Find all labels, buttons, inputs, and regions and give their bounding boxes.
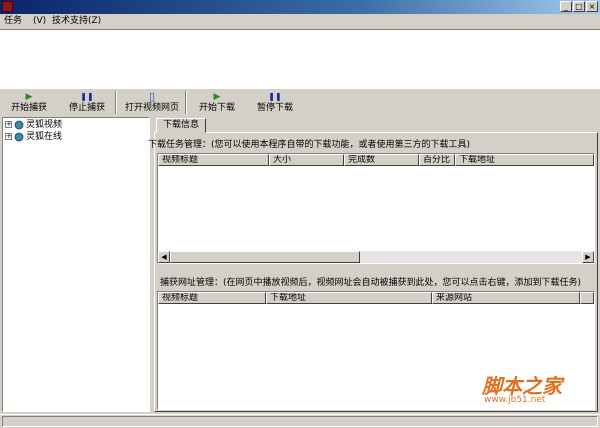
open-video-page-button[interactable]: ▯ 打开视频网页 <box>122 89 182 116</box>
pause-download-button[interactable]: ❚❚ 暂停下载 <box>250 89 300 116</box>
start-capture-label: 开始捕获 <box>10 103 47 113</box>
site-tree[interactable]: + 灵狐视频 + 灵狐在线 <box>2 117 150 412</box>
menu-task[interactable]: 任务 <box>4 15 22 27</box>
scroll-right-icon[interactable]: ▶ <box>582 251 594 263</box>
capture-section-label: 捕获网址管理：(在网页中播放视频后，视频网址会自动被捕获到此处，您可以点击右键，… <box>160 278 582 288</box>
toolbar-separator <box>185 91 187 114</box>
scroll-left-icon[interactable]: ◀ <box>158 251 170 263</box>
open-video-page-label: 打开视频网页 <box>124 103 179 113</box>
close-button[interactable]: × <box>586 1 598 12</box>
column-header-title[interactable]: 视频标题 <box>158 292 266 304</box>
title-bar: _ □ × <box>0 0 600 14</box>
toolbar-separator <box>115 91 117 114</box>
play-icon: ▶ <box>25 92 33 102</box>
column-header-url[interactable]: 下载地址 <box>455 154 594 166</box>
status-pane <box>2 416 598 427</box>
scrollbar-thumb[interactable] <box>170 251 360 263</box>
column-header-source-site[interactable]: 来源网站 <box>432 292 580 304</box>
maximize-button[interactable]: □ <box>573 1 585 12</box>
column-header-percent[interactable]: 百分比 <box>419 154 455 166</box>
column-header-empty <box>580 292 594 304</box>
page-icon: ▯ <box>148 90 156 103</box>
tree-item-label: 灵狐在线 <box>26 132 63 142</box>
menu-support[interactable]: 技术支持(Z) <box>52 15 101 27</box>
pause-icon: ❚❚ <box>80 92 94 101</box>
tree-item-label: 灵狐视频 <box>26 120 63 130</box>
tree-item-linghu-online[interactable]: + 灵狐在线 <box>5 131 62 143</box>
expand-icon[interactable]: + <box>5 121 12 128</box>
menu-bar: 任务 (V) 技术支持(Z) <box>0 14 600 28</box>
status-bar <box>0 414 600 428</box>
stop-capture-button[interactable]: ❚❚ 停止捕获 <box>64 89 110 116</box>
horizontal-scrollbar[interactable]: ◀ ▶ <box>158 251 594 263</box>
download-list[interactable]: 视频标题 大小 完成数 百分比 下载地址 ◀ ▶ <box>157 153 595 264</box>
stop-capture-label: 停止捕获 <box>68 103 105 113</box>
globe-icon <box>14 120 24 129</box>
app-icon[interactable] <box>2 1 13 12</box>
web-browser-area[interactable] <box>0 29 600 89</box>
globe-icon <box>14 132 24 141</box>
column-header-title[interactable]: 视频标题 <box>158 154 269 166</box>
pause-icon: ❚❚ <box>268 92 282 101</box>
start-capture-button[interactable]: ▶ 开始捕获 <box>6 89 52 116</box>
minimize-button[interactable]: _ <box>560 1 572 12</box>
tab-download-info[interactable]: 下载信息 <box>156 118 206 133</box>
column-header-completed[interactable]: 完成数 <box>344 154 419 166</box>
start-download-label: 开始下载 <box>198 103 235 113</box>
menu-view[interactable]: (V) <box>33 15 46 27</box>
pause-download-label: 暂停下载 <box>256 103 293 113</box>
column-header-url[interactable]: 下载地址 <box>266 292 432 304</box>
play-icon: ▶ <box>213 92 221 102</box>
toolbar: ▶ 开始捕获 ❚❚ 停止捕获 ▯ 打开视频网页 ▶ 开始下载 ❚❚ 暂停下载 <box>0 89 600 116</box>
start-download-button[interactable]: ▶ 开始下载 <box>194 89 240 116</box>
download-section-label: 下载任务管理：(您可以使用本程序自带的下载功能，或者使用第三方的下载工具) <box>148 140 471 150</box>
expand-icon[interactable]: + <box>5 133 12 140</box>
column-header-size[interactable]: 大小 <box>269 154 344 166</box>
tree-item-linghu-video[interactable]: + 灵狐视频 <box>5 119 62 131</box>
watermark-url: www.jb51.net <box>484 395 546 405</box>
